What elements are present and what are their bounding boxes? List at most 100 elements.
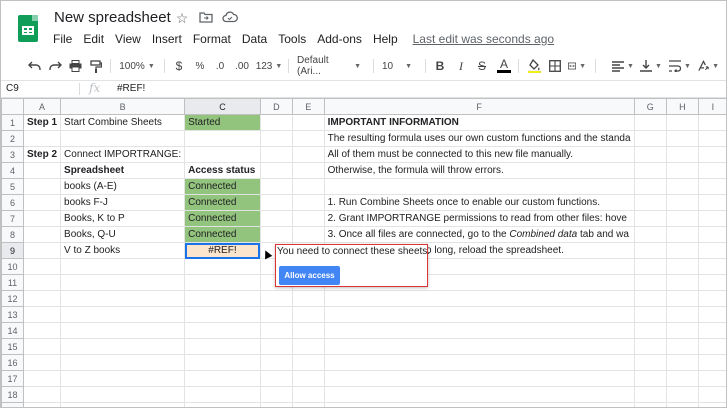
cell[interactable] xyxy=(23,178,62,195)
cell[interactable] xyxy=(23,242,62,259)
cell[interactable] xyxy=(323,338,635,355)
cell[interactable] xyxy=(23,210,62,227)
cell[interactable] xyxy=(697,306,726,323)
menu-data[interactable]: Data xyxy=(242,32,267,46)
cell[interactable] xyxy=(60,402,186,407)
cell[interactable] xyxy=(60,354,186,371)
row-header[interactable]: 17 xyxy=(1,370,25,387)
column-header-e[interactable]: E xyxy=(292,98,325,115)
cell[interactable] xyxy=(23,386,62,403)
menu-addons[interactable]: Add-ons xyxy=(317,32,362,46)
cell[interactable] xyxy=(697,274,726,291)
font-size-select[interactable]: 10 ▼ xyxy=(382,57,422,75)
cell[interactable] xyxy=(665,242,699,259)
cell[interactable] xyxy=(633,258,667,275)
row-header[interactable]: 3 xyxy=(1,146,25,163)
cell[interactable] xyxy=(23,306,62,323)
cell[interactable] xyxy=(292,114,325,131)
column-header-i[interactable]: I xyxy=(697,98,726,115)
cell[interactable] xyxy=(633,210,667,227)
cell[interactable] xyxy=(292,386,325,403)
row-header[interactable]: 9 xyxy=(1,242,25,259)
menu-help[interactable]: Help xyxy=(373,32,398,46)
cell[interactable]: Books, Q-U xyxy=(60,226,186,243)
cell[interactable] xyxy=(665,130,699,147)
cell[interactable] xyxy=(697,114,726,131)
cell[interactable] xyxy=(697,258,726,275)
cell[interactable] xyxy=(323,402,635,407)
cell[interactable] xyxy=(259,306,294,323)
cell[interactable] xyxy=(292,306,325,323)
bold-button[interactable]: B xyxy=(434,57,446,75)
cell[interactable] xyxy=(60,258,186,275)
strikethrough-button[interactable]: S xyxy=(476,57,488,75)
cell[interactable]: The resulting formula uses our own custo… xyxy=(323,130,635,147)
cell[interactable] xyxy=(184,274,261,291)
cell[interactable] xyxy=(259,146,294,163)
status-cell[interactable]: Started xyxy=(184,114,261,131)
italic-button[interactable]: I xyxy=(455,57,467,75)
cell[interactable] xyxy=(184,290,261,307)
cell[interactable] xyxy=(292,162,325,179)
allow-access-button[interactable]: Allow access xyxy=(279,266,340,285)
cell[interactable]: 2. Grant IMPORTRANGE permissions to read… xyxy=(323,210,635,227)
column-header-g[interactable]: G xyxy=(633,98,667,115)
cell[interactable] xyxy=(323,322,635,339)
row-header[interactable]: 16 xyxy=(1,354,25,371)
column-header-h[interactable]: H xyxy=(665,98,699,115)
cell[interactable]: Books, K to P xyxy=(60,210,186,227)
cell[interactable] xyxy=(23,354,62,371)
column-header-b[interactable]: B xyxy=(60,98,186,115)
zoom-select[interactable]: 100% ▼ xyxy=(118,57,156,75)
cell[interactable] xyxy=(633,274,667,291)
cell[interactable] xyxy=(292,210,325,227)
cell[interactable] xyxy=(665,258,699,275)
row-header[interactable]: 14 xyxy=(1,322,25,339)
cell[interactable]: Otherwise, the formula will throw errors… xyxy=(323,162,635,179)
cell[interactable] xyxy=(23,290,62,307)
cell[interactable] xyxy=(323,306,635,323)
cell[interactable] xyxy=(259,130,294,147)
cell[interactable] xyxy=(697,226,726,243)
cell[interactable] xyxy=(697,210,726,227)
cell[interactable] xyxy=(697,130,726,147)
cell[interactable] xyxy=(633,306,667,323)
cell[interactable] xyxy=(23,162,62,179)
row-header[interactable]: 6 xyxy=(1,194,25,211)
cell[interactable] xyxy=(292,338,325,355)
cell[interactable] xyxy=(665,162,699,179)
cell[interactable] xyxy=(60,130,186,147)
cell[interactable] xyxy=(633,162,667,179)
row-header[interactable]: 11 xyxy=(1,274,25,291)
cell[interactable] xyxy=(23,402,62,407)
cell[interactable]: books F-J xyxy=(60,194,186,211)
cell[interactable] xyxy=(323,386,635,403)
vertical-align-icon[interactable]: ▼ xyxy=(640,57,662,75)
cell[interactable] xyxy=(23,194,62,211)
cell[interactable] xyxy=(60,290,186,307)
borders-icon[interactable] xyxy=(548,57,562,75)
cell[interactable] xyxy=(23,322,62,339)
cell[interactable] xyxy=(697,386,726,403)
cell[interactable] xyxy=(60,274,186,291)
cell[interactable] xyxy=(292,130,325,147)
cell[interactable]: V to Z books xyxy=(60,242,186,259)
fill-color-icon[interactable] xyxy=(527,57,541,75)
cell[interactable] xyxy=(292,194,325,211)
status-cell[interactable]: Connected xyxy=(184,226,261,243)
cell[interactable] xyxy=(23,274,62,291)
row-header[interactable]: 18 xyxy=(1,386,25,403)
cell[interactable] xyxy=(184,258,261,275)
row-header[interactable]: 7 xyxy=(1,210,25,227)
menu-insert[interactable]: Insert xyxy=(152,32,182,46)
sheets-logo-icon[interactable] xyxy=(18,15,38,42)
paint-format-icon[interactable] xyxy=(89,57,103,75)
cell[interactable]: All of them must be connected to this ne… xyxy=(323,146,635,163)
cell[interactable] xyxy=(323,354,635,371)
cell[interactable] xyxy=(697,290,726,307)
cell[interactable] xyxy=(60,386,186,403)
cell[interactable] xyxy=(665,402,699,407)
cell[interactable] xyxy=(184,130,261,147)
row-header[interactable]: 4 xyxy=(1,162,25,179)
more-formats-select[interactable]: 123 ▼ xyxy=(256,57,283,75)
